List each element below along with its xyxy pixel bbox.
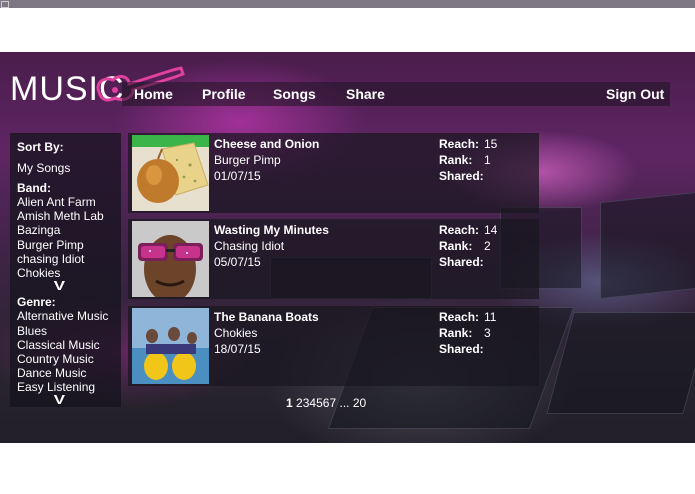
genre-item[interactable]: Dance Music	[17, 366, 86, 380]
band-item[interactable]: Burger Pimp	[17, 238, 84, 252]
reach-label: Reach:	[439, 310, 480, 324]
genre-item[interactable]: Alternative Music	[17, 309, 108, 323]
nav-profile[interactable]: Profile	[202, 86, 246, 102]
sort-heading: Sort By:	[17, 140, 64, 154]
rank-label: Rank:	[439, 239, 473, 253]
band-item[interactable]: Alien Ant Farm	[17, 195, 96, 209]
page-link[interactable]: 5	[316, 396, 323, 410]
reach-value: 14	[484, 223, 498, 237]
rank-label: Rank:	[439, 326, 473, 340]
background-mixer-shape	[546, 312, 695, 414]
rank-label: Rank:	[439, 153, 473, 167]
genre-item[interactable]: Blues	[17, 324, 47, 338]
shared-label: Shared:	[439, 342, 484, 356]
rank-value: 1	[484, 153, 491, 167]
song-card[interactable]: Wasting My Minutes Chasing Idiot 05/07/1…	[128, 219, 539, 299]
page-current[interactable]: 1	[286, 396, 293, 410]
song-artwork-onion-cheese	[132, 135, 209, 211]
band-heading: Band:	[17, 181, 51, 195]
app-window: MUSIC Home Profile Songs Share Sign Out …	[0, 52, 695, 443]
window-icon	[1, 1, 9, 8]
genre-item[interactable]: Country Music	[17, 352, 94, 366]
reach-value: 11	[484, 310, 497, 324]
song-date: 01/07/15	[214, 169, 261, 183]
song-title[interactable]: Cheese and Onion	[214, 137, 319, 151]
nav-home[interactable]: Home	[134, 86, 173, 102]
band-more-chevron-icon[interactable]: V	[54, 278, 65, 293]
window-title-strip	[0, 0, 695, 8]
page-link[interactable]: 7	[329, 396, 336, 410]
background-monitor-shape	[600, 191, 695, 300]
rank-value: 3	[484, 326, 491, 340]
reach-label: Reach:	[439, 137, 480, 151]
band-item[interactable]: Bazinga	[17, 223, 60, 237]
song-card[interactable]: Cheese and Onion Burger Pimp 01/07/15 Re…	[128, 133, 539, 213]
band-item[interactable]: chasing Idiot	[17, 252, 84, 266]
song-title[interactable]: The Banana Boats	[214, 310, 319, 324]
page-ellipsis: ...	[339, 396, 350, 410]
nav-songs[interactable]: Songs	[273, 86, 316, 102]
shared-label: Shared:	[439, 169, 484, 183]
genre-heading: Genre:	[17, 295, 56, 309]
song-date: 05/07/15	[214, 255, 261, 269]
song-band: Chokies	[214, 326, 258, 340]
song-artwork-banana-boat	[132, 308, 209, 384]
page-last[interactable]: 20	[353, 396, 366, 410]
page-link[interactable]: 2	[296, 396, 303, 410]
song-date: 18/07/15	[214, 342, 261, 356]
song-card[interactable]: The Banana Boats Chokies 18/07/15 Reach:…	[128, 306, 539, 386]
pagination: 1 234567 ... 20	[286, 396, 366, 410]
genre-more-chevron-icon[interactable]: V	[54, 392, 65, 407]
rank-value: 2	[484, 239, 491, 253]
song-title[interactable]: Wasting My Minutes	[214, 223, 329, 237]
reach-value: 15	[484, 137, 498, 151]
reach-label: Reach:	[439, 223, 480, 237]
sign-out-button[interactable]: Sign Out	[606, 86, 664, 102]
song-band: Chasing Idiot	[214, 239, 285, 253]
shared-label: Shared:	[439, 255, 484, 269]
filter-my-songs[interactable]: My Songs	[17, 161, 70, 175]
genre-item[interactable]: Classical Music	[17, 338, 100, 352]
nav-share[interactable]: Share	[346, 86, 385, 102]
sort-sidebar: Sort By: My Songs Band: Alien Ant Farm A…	[10, 133, 121, 407]
band-item[interactable]: Amish Meth Lab	[17, 209, 104, 223]
song-band: Burger Pimp	[214, 153, 281, 167]
song-artwork-sunglasses-portrait	[132, 221, 209, 297]
